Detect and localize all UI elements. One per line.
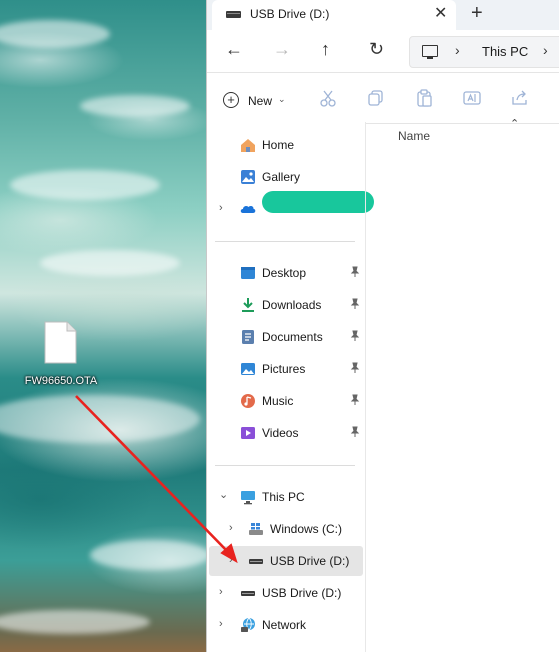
- chevron-right-icon[interactable]: ›: [219, 202, 223, 214]
- column-header-name[interactable]: Name: [398, 129, 430, 143]
- this-pc-icon: [241, 491, 255, 505]
- sidebar-item-label: Windows (C:): [270, 522, 343, 536]
- wave-foam: [10, 170, 160, 200]
- breadcrumb-this-pc[interactable]: This PC: [482, 44, 528, 59]
- music-icon: [241, 394, 255, 408]
- sidebar-item-videos[interactable]: Videos: [209, 418, 363, 448]
- new-button-label: New: [248, 94, 273, 108]
- back-button[interactable]: ←: [225, 39, 243, 60]
- file-label[interactable]: FW96650.OTA: [18, 374, 104, 388]
- file-explorer-window: USB Drive (D:) ✕ + ← → ↑ ↻ › This PC › +…: [206, 0, 559, 652]
- redacted-account-name: [262, 191, 374, 213]
- sidebar-item-desktop[interactable]: Desktop: [209, 258, 363, 288]
- pin-icon[interactable]: [349, 394, 361, 406]
- network-icon: [241, 617, 255, 632]
- gallery-icon: [241, 170, 255, 184]
- sidebar-item-label: USB Drive (D:): [270, 554, 350, 568]
- sidebar-item-music[interactable]: Music: [209, 386, 363, 416]
- wave-foam: [0, 20, 110, 48]
- documents-icon: [242, 330, 254, 344]
- pin-icon[interactable]: [349, 266, 361, 278]
- sort-ascending-icon[interactable]: ⌃: [510, 117, 519, 130]
- forward-button[interactable]: →: [273, 39, 291, 60]
- refresh-button[interactable]: ↻: [369, 39, 384, 60]
- usb-drive-icon: [249, 559, 263, 564]
- divider: [215, 465, 355, 466]
- sidebar-item-label: Documents: [262, 330, 323, 344]
- pin-icon[interactable]: [349, 426, 361, 438]
- sidebar-item-usb-drive[interactable]: › USB Drive (D:): [209, 578, 363, 608]
- paste-icon[interactable]: [414, 88, 434, 108]
- usb-drive-icon: [226, 11, 241, 18]
- chevron-right-icon[interactable]: ›: [219, 618, 223, 630]
- sidebar-item-label: USB Drive (D:): [262, 586, 342, 600]
- windows-drive-icon: [249, 523, 263, 535]
- new-tab-button[interactable]: +: [471, 2, 483, 25]
- tab-title: USB Drive (D:): [250, 7, 330, 21]
- wave-foam: [80, 95, 190, 117]
- wave-foam: [0, 395, 200, 443]
- up-button[interactable]: ↑: [321, 39, 330, 60]
- sidebar-item-this-pc[interactable]: ⌄ This PC: [209, 482, 363, 512]
- sidebar-item-downloads[interactable]: Downloads: [209, 290, 363, 320]
- navigation-bar: ← → ↑ ↻ › This PC ›: [207, 30, 559, 72]
- file-list-pane: ⌃ Name: [365, 118, 559, 652]
- sidebar-item-network[interactable]: › Network: [209, 610, 363, 640]
- sidebar-item-label: Downloads: [262, 298, 322, 312]
- address-bar[interactable]: › This PC ›: [409, 36, 559, 68]
- usb-drive-icon: [241, 591, 255, 596]
- tab-usb-drive[interactable]: USB Drive (D:) ✕: [212, 0, 456, 30]
- rename-icon[interactable]: [462, 88, 482, 108]
- breadcrumb-chevron-icon[interactable]: ›: [543, 42, 548, 58]
- sidebar-item-label: Gallery: [262, 170, 301, 184]
- chevron-right-icon[interactable]: ›: [229, 554, 233, 566]
- sidebar-item-label: Network: [262, 618, 307, 632]
- sidebar-item-label: Music: [262, 394, 294, 408]
- wave-foam: [0, 610, 150, 634]
- file-icon[interactable]: [44, 321, 77, 364]
- sidebar-item-label: Home: [262, 138, 295, 152]
- chevron-down-icon[interactable]: ⌄: [219, 488, 228, 501]
- sidebar-item-label: Desktop: [262, 266, 307, 280]
- pictures-icon: [241, 363, 255, 375]
- breadcrumb-chevron-icon[interactable]: ›: [455, 42, 460, 58]
- chevron-right-icon[interactable]: ›: [229, 522, 233, 534]
- downloads-icon: [242, 298, 254, 312]
- desktop-wallpaper: FW96650.OTA: [0, 0, 208, 652]
- copy-icon[interactable]: [366, 88, 386, 108]
- sidebar-item-label: This PC: [262, 490, 305, 504]
- sidebar-item-windows-c[interactable]: › Windows (C:): [209, 514, 363, 544]
- pin-icon[interactable]: [349, 362, 361, 374]
- chevron-right-icon[interactable]: ›: [219, 586, 223, 598]
- plus-icon: +: [223, 92, 239, 108]
- sidebar-item-pictures[interactable]: Pictures: [209, 354, 363, 384]
- sidebar-item-usb-drive-selected[interactable]: › USB Drive (D:): [209, 546, 363, 576]
- sidebar-item-label: Pictures: [262, 362, 306, 376]
- desktop-folder-icon: [241, 267, 255, 279]
- chevron-down-icon: ⌄: [278, 94, 286, 104]
- sidebar-item-documents[interactable]: Documents: [209, 322, 363, 352]
- monitor-icon: [422, 45, 438, 59]
- divider: [215, 241, 355, 242]
- sidebar-item-label: Videos: [262, 426, 299, 440]
- cut-icon[interactable]: [318, 88, 338, 108]
- close-tab-icon[interactable]: ✕: [434, 3, 447, 23]
- videos-icon: [241, 427, 255, 439]
- onedrive-icon: [240, 205, 256, 213]
- pin-icon[interactable]: [349, 330, 361, 342]
- command-bar: + New ⌄: [207, 72, 559, 124]
- home-icon: [241, 139, 255, 152]
- wave-foam: [90, 540, 208, 570]
- navigation-pane: Home Gallery › Desktop Downloads Documen…: [207, 122, 374, 652]
- pin-icon[interactable]: [349, 298, 361, 310]
- tab-bar: USB Drive (D:) ✕ +: [207, 0, 559, 30]
- share-icon[interactable]: [510, 88, 530, 108]
- sidebar-item-gallery[interactable]: Gallery: [209, 162, 363, 192]
- sidebar-item-home[interactable]: Home: [209, 130, 363, 160]
- sidebar-item-onedrive[interactable]: ›: [209, 191, 374, 224]
- wave-foam: [40, 250, 180, 276]
